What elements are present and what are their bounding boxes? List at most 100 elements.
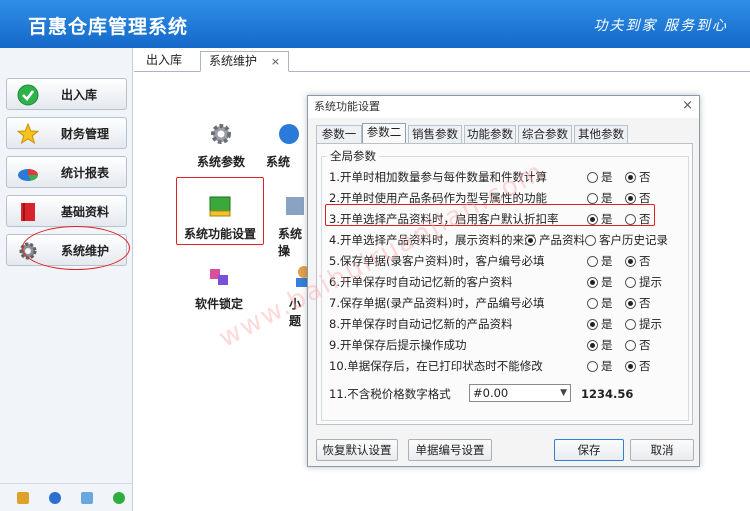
tab-sales-params[interactable]: 销售参数: [408, 125, 462, 143]
param-row: 7.保存单据(录产品资料)时，产品编号必填 是 否: [329, 293, 689, 313]
row-label: 2.开单时使用产品条码作为型号属性的功能: [329, 191, 547, 205]
launcher-system-op-partial[interactable]: 系统操: [278, 193, 308, 259]
app-window-icon: [209, 196, 231, 217]
row-label: 11.不含税价格数字格式: [329, 387, 451, 401]
radio-option[interactable]: 否: [625, 293, 651, 313]
radio-option[interactable]: 是: [587, 356, 613, 376]
radio-option[interactable]: 否: [625, 251, 651, 271]
radio-option[interactable]: 是: [587, 335, 613, 355]
tab-params-2[interactable]: 参数二: [362, 123, 406, 144]
edit-icon[interactable]: [17, 492, 29, 504]
radio-option[interactable]: 否: [625, 335, 651, 355]
launcher-label: 小题: [289, 297, 302, 328]
sidebar-item-reports[interactable]: 统计报表: [6, 156, 127, 188]
radio-option[interactable]: 否: [625, 356, 651, 376]
sidebar-item-basic-data[interactable]: 基础资料: [6, 195, 127, 227]
gear-icon: [211, 124, 231, 144]
pie-chart-icon: [18, 169, 38, 181]
launcher-system-partial[interactable]: 系统: [266, 121, 306, 170]
radio-button[interactable]: [587, 318, 598, 330]
radio-option[interactable]: 是: [587, 251, 613, 271]
row-label: 6.开单保存时自动记忆新的客户资料: [329, 275, 513, 289]
reset-defaults-button[interactable]: 恢复默认设置: [316, 439, 398, 461]
search-icon[interactable]: [81, 492, 93, 504]
radio-label: 是: [601, 338, 613, 352]
radio-button[interactable]: [625, 255, 636, 267]
radio-button[interactable]: [587, 171, 598, 183]
radio-option[interactable]: 是: [587, 272, 613, 292]
launcher-label: 系统: [266, 155, 291, 169]
save-button[interactable]: 保存: [554, 439, 624, 461]
radio-option[interactable]: 否: [625, 167, 651, 187]
radio-button[interactable]: [625, 297, 636, 309]
back-icon[interactable]: [113, 492, 125, 504]
launcher-label: 系统操: [278, 227, 303, 258]
star-icon: [17, 123, 39, 145]
radio-button[interactable]: [585, 234, 596, 246]
radio-option[interactable]: 提示: [625, 314, 662, 334]
sidebar-item-inout[interactable]: 出入库: [6, 78, 127, 110]
radio-option[interactable]: 是: [587, 314, 613, 334]
numbering-settings-button[interactable]: 单据编号设置: [408, 439, 492, 461]
radio-button[interactable]: [625, 171, 636, 183]
lock-apps-icon: [210, 269, 228, 285]
radio-option[interactable]: 客户历史记录: [585, 230, 668, 250]
dialog-close-icon[interactable]: ×: [682, 98, 693, 113]
radio-button[interactable]: [587, 360, 598, 372]
clock-icon[interactable]: [49, 492, 61, 504]
settings-icon: [286, 197, 304, 215]
group-title: 全局参数: [327, 148, 379, 164]
highlight-ellipse: [22, 226, 130, 270]
launcher-system-function-settings[interactable]: 系统功能设置: [180, 193, 260, 242]
number-format-select[interactable]: #0.00 ▼: [469, 384, 571, 402]
radio-button[interactable]: [587, 255, 598, 267]
tab-general-params[interactable]: 综合参数: [518, 125, 572, 143]
param-row: 8.开单保存时自动记忆新的产品资料 是 提示: [329, 314, 689, 334]
chevron-down-icon: ▼: [560, 388, 567, 398]
tab-inout[interactable]: 出入库: [138, 51, 190, 72]
radio-button[interactable]: [625, 276, 636, 288]
book-icon: [21, 203, 35, 221]
row-label: 7.保存单据(录产品资料)时，产品编号必填: [329, 296, 545, 310]
sidebar-footer: [0, 483, 133, 511]
sidebar-item-finance[interactable]: 财务管理: [6, 117, 127, 149]
tab-other-params[interactable]: 其他参数: [574, 125, 628, 143]
radio-button[interactable]: [587, 297, 598, 309]
radio-option[interactable]: 是: [587, 167, 613, 187]
cancel-button[interactable]: 取消: [630, 439, 694, 461]
tab-function-params[interactable]: 功能参数: [464, 125, 516, 143]
radio-button[interactable]: [625, 318, 636, 330]
radio-button[interactable]: [525, 234, 536, 246]
app-header: 百惠仓库管理系统 功夫到家 服务到心: [0, 0, 750, 48]
launcher-label: 软件锁定: [194, 297, 243, 311]
radio-option[interactable]: 是: [587, 293, 613, 313]
radio-button[interactable]: [625, 339, 636, 351]
radio-label: 否: [639, 359, 651, 373]
radio-label: 是: [601, 254, 613, 268]
launcher-software-lock[interactable]: 软件锁定: [179, 263, 259, 312]
sidebar: 出入库 财务管理 统计报表 基础资料 系统维护: [0, 48, 133, 511]
radio-button[interactable]: [587, 276, 598, 288]
param-row: 1.开单时相加数量参与每件数量和件数计算 是 否: [329, 167, 689, 187]
launcher-system-params[interactable]: 系统参数: [181, 121, 261, 170]
radio-option[interactable]: 产品资料: [525, 230, 585, 250]
tab-close-icon[interactable]: ×: [271, 55, 280, 68]
radio-button[interactable]: [587, 192, 598, 204]
format-sample: 1234.56: [581, 387, 634, 401]
tab-system-maintenance[interactable]: 系统维护 ×: [200, 51, 290, 72]
radio-label: 产品资料: [539, 233, 585, 247]
param-row: 10.单据保存后，在已打印状态时不能修改 是 否: [329, 356, 689, 376]
radio-button[interactable]: [625, 192, 636, 204]
radio-label: 是: [601, 170, 613, 184]
radio-button[interactable]: [587, 339, 598, 351]
highlight-box: [325, 204, 655, 226]
radio-label: 否: [639, 338, 651, 352]
row-label: 4.开单选择产品资料时，展示资料的来源: [329, 233, 536, 247]
radio-button[interactable]: [625, 360, 636, 372]
tab-params-1[interactable]: 参数一: [316, 125, 362, 143]
radio-label: 否: [639, 296, 651, 310]
select-value: #0.00: [473, 386, 509, 400]
radio-option[interactable]: 提示: [625, 272, 662, 292]
radio-label: 否: [639, 170, 651, 184]
radio-label: 提示: [639, 275, 662, 289]
